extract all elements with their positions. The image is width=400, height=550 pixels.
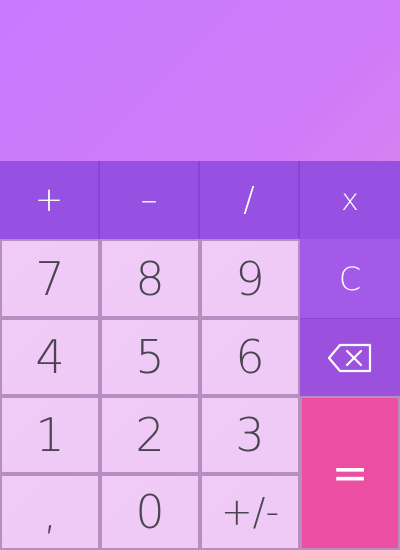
digit-7-button[interactable]: 7 xyxy=(0,239,100,318)
digit-4-button[interactable]: 4 xyxy=(0,318,100,396)
digit-1-button[interactable]: 1 xyxy=(0,396,100,474)
backspace-icon xyxy=(327,343,373,373)
digit-0-button[interactable]: 0 xyxy=(100,474,200,550)
sign-toggle-button[interactable]: +/- xyxy=(200,474,300,550)
minus-button[interactable]: – xyxy=(100,161,200,239)
digit-8-button[interactable]: 8 xyxy=(100,239,200,318)
plus-button[interactable]: + xyxy=(0,161,100,239)
display-area xyxy=(0,0,400,161)
digit-9-button[interactable]: 9 xyxy=(200,239,300,318)
clear-button[interactable]: C xyxy=(300,239,400,318)
multiply-button[interactable]: x xyxy=(300,161,400,239)
backspace-button[interactable] xyxy=(300,318,400,396)
comma-button[interactable]: , xyxy=(0,474,100,550)
calculator-app: + – / x 7 8 9 C 4 5 6 1 2 3 = , 0 +/- xyxy=(0,0,400,550)
digit-5-button[interactable]: 5 xyxy=(100,318,200,396)
equals-button[interactable]: = xyxy=(300,396,400,550)
divide-button[interactable]: / xyxy=(200,161,300,239)
digit-6-button[interactable]: 6 xyxy=(200,318,300,396)
digit-2-button[interactable]: 2 xyxy=(100,396,200,474)
digit-3-button[interactable]: 3 xyxy=(200,396,300,474)
